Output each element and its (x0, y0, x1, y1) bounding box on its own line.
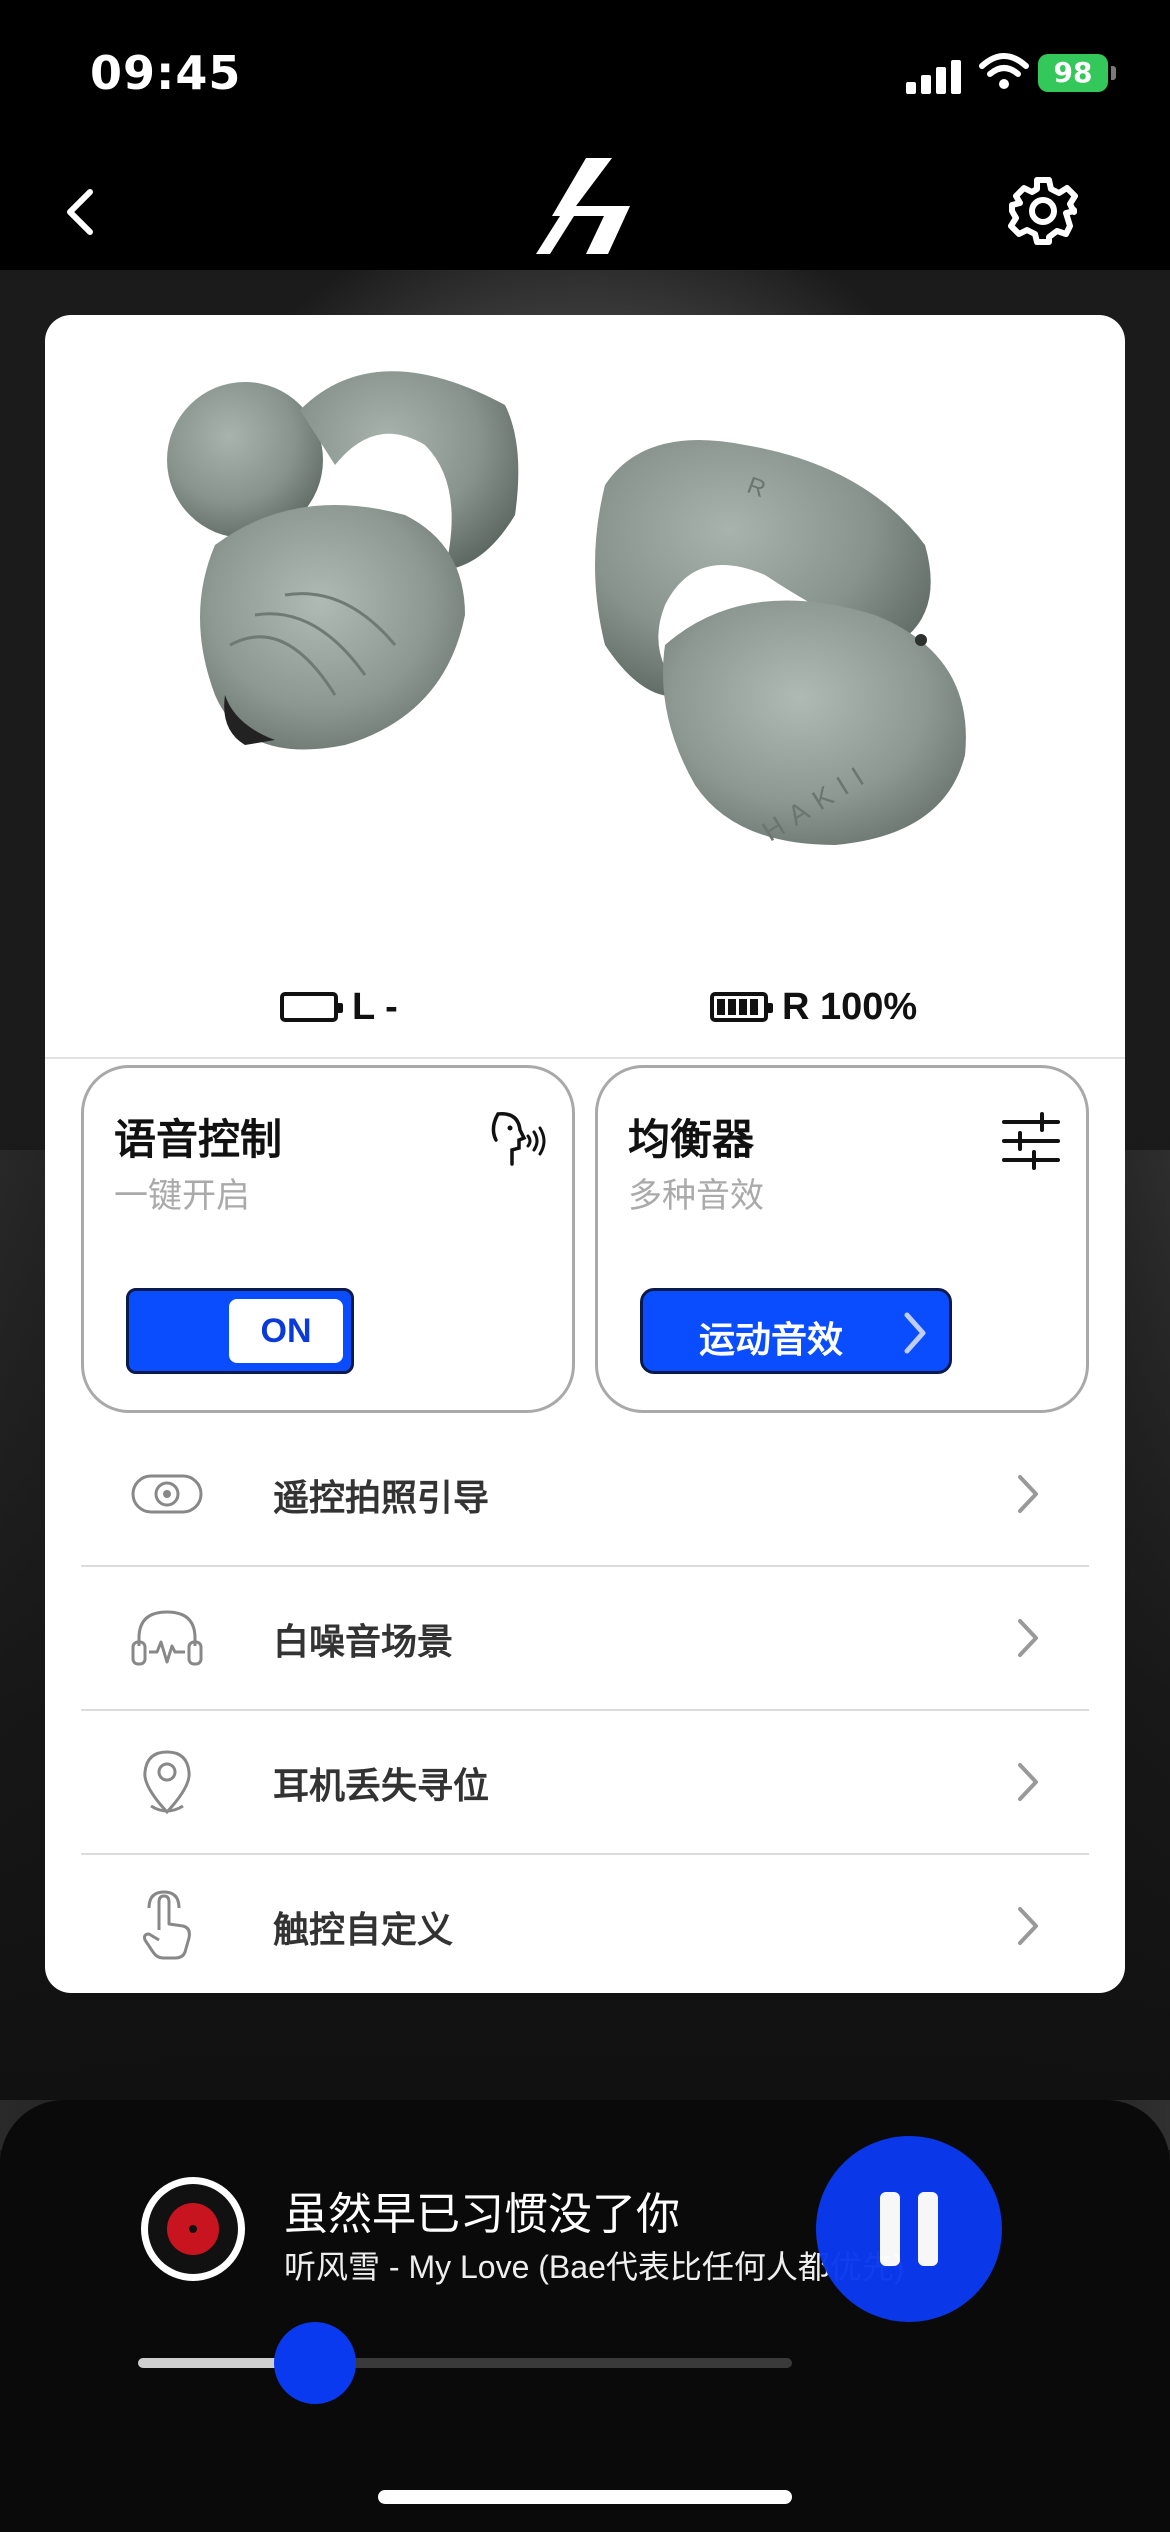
chevron-right-icon (1018, 1475, 1038, 1513)
back-chevron-icon[interactable] (52, 182, 112, 242)
pause-icon (918, 2192, 938, 2266)
menu-item-find-earbuds[interactable]: 耳机丢失寻位 (81, 1711, 1089, 1853)
divider (45, 1057, 1125, 1059)
chevron-right-icon (1018, 1619, 1038, 1657)
battery-indicator: 98 (1038, 54, 1108, 92)
status-time: 09:45 (90, 46, 242, 100)
equalizer-title: 均衡器 (628, 1115, 755, 1164)
voice-control-toggle[interactable]: ON (126, 1288, 354, 1374)
hakii-logo-icon (536, 158, 630, 254)
chevron-right-icon (1018, 1763, 1038, 1801)
home-indicator (378, 2490, 792, 2504)
cellular-signal-icon (906, 58, 964, 94)
left-battery: L - (280, 985, 398, 1029)
right-battery-text: R 100% (782, 985, 918, 1028)
album-disc-icon[interactable] (138, 2174, 248, 2284)
earbuds-image: HAKII R (167, 371, 966, 847)
pause-icon (880, 2192, 900, 2266)
menu-item-remote-photo[interactable]: 遥控拍照引导 (81, 1423, 1089, 1565)
sound-effect-button[interactable]: 运动音效 (640, 1288, 952, 1374)
menu-label: 耳机丢失寻位 (273, 1766, 490, 1807)
menu-item-touch-custom[interactable]: 触控自定义 (81, 1855, 1089, 1993)
progress-thumb[interactable] (273, 2322, 356, 2404)
chevron-right-icon (904, 1312, 926, 1354)
voice-control-subtitle: 一键开启 (114, 1176, 250, 1216)
battery-row: L - R 100% (45, 955, 1125, 1055)
battery-full-icon (710, 992, 773, 1022)
menu-label: 白噪音场景 (273, 1622, 454, 1663)
menu-item-white-noise[interactable]: 白噪音场景 (81, 1567, 1089, 1709)
left-battery-text: L - (352, 985, 398, 1028)
camera-remote-icon (131, 1474, 203, 1514)
app-header (0, 140, 1170, 270)
progress-track[interactable] (138, 2358, 792, 2368)
settings-gear-icon[interactable] (1006, 174, 1080, 248)
equalizer-tile[interactable]: 均衡器 多种音效 运动音效 (595, 1065, 1089, 1413)
right-battery: R 100% (710, 985, 917, 1029)
pause-button[interactable] (816, 2136, 1002, 2322)
touch-hand-icon (143, 1890, 191, 1960)
voice-speaking-icon (491, 1112, 546, 1166)
device-card: HAKII R L - R 100% 语音控制 一键开启 ON 均衡器 多种音效 (45, 315, 1125, 1993)
voice-control-tile[interactable]: 语音控制 一键开启 ON (81, 1065, 575, 1413)
battery-empty-icon (280, 992, 343, 1022)
music-player: 虽然早已习惯没了你 听风雪 - My Love (Bae代表比任何人都优先) (0, 2100, 1170, 2532)
song-title: 虽然早已习惯没了你 (284, 2189, 680, 2240)
status-bar: 09:45 98 (0, 0, 1170, 140)
voice-control-title: 语音控制 (114, 1115, 283, 1164)
toggle-knob: ON (229, 1299, 343, 1363)
battery-nub (1111, 66, 1116, 80)
menu-label: 触控自定义 (273, 1910, 454, 1951)
wifi-icon (979, 53, 1029, 89)
sliders-icon (1002, 1112, 1060, 1170)
sound-effect-label: 运动音效 (699, 1320, 844, 1361)
chevron-right-icon (1018, 1907, 1038, 1945)
song-artist: 听风雪 - My Love (Bae代表比任何人都优先) (284, 2249, 905, 2285)
location-pin-icon (143, 1750, 191, 1815)
menu-label: 遥控拍照引导 (273, 1478, 490, 1519)
equalizer-subtitle: 多种音效 (628, 1176, 764, 1216)
headphones-icon (131, 1610, 203, 1666)
battery-level: 98 (1053, 56, 1093, 89)
